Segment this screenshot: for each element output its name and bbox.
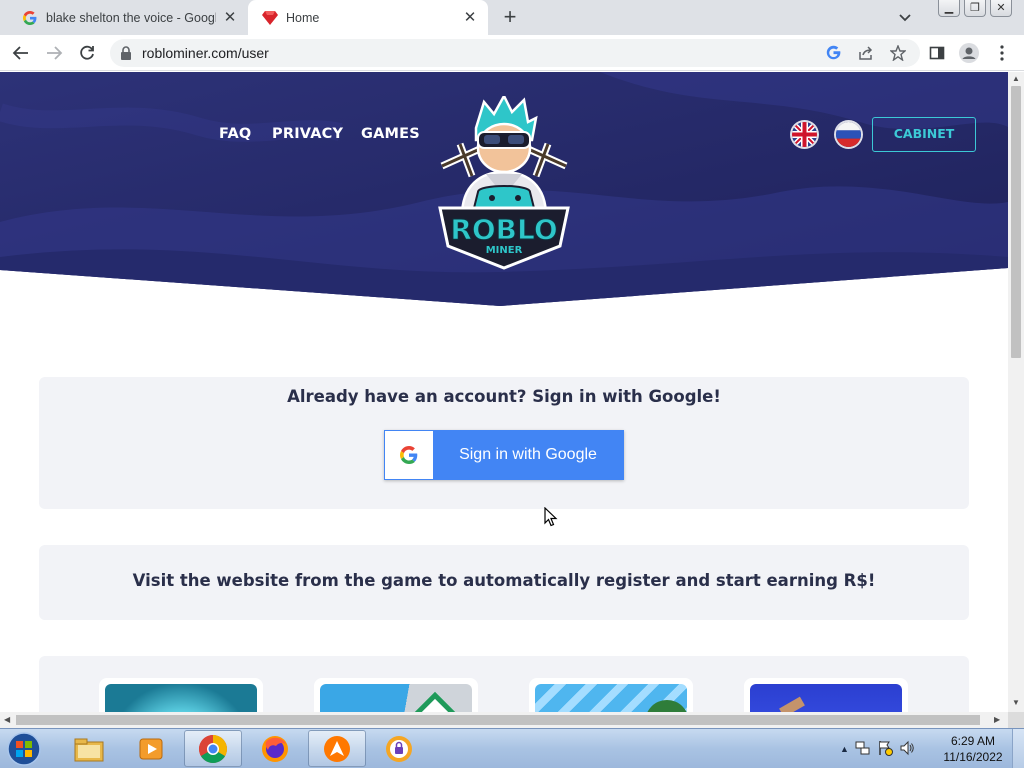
game-thumb[interactable] (99, 678, 263, 712)
address-bar[interactable]: roblominer.com/user (110, 39, 920, 67)
english-flag-icon[interactable] (792, 122, 817, 147)
tab-strip: blake shelton the voice - Google ✕ Home … (0, 0, 1024, 35)
google-lens-icon[interactable] (826, 45, 842, 61)
chevron-down-icon[interactable] (895, 8, 915, 28)
russian-flag-icon[interactable] (836, 122, 861, 147)
logo-subtext: MINER (486, 245, 523, 256)
clock-time: 6:29 AM (950, 734, 996, 748)
mouse-cursor-icon (544, 507, 558, 527)
network-icon[interactable] (855, 740, 871, 759)
tab-home[interactable]: Home ✕ (248, 0, 488, 35)
google-signin-label: Sign in with Google (459, 446, 597, 463)
visit-heading: Visit the website from the game to autom… (132, 571, 876, 590)
logo-wordmark: ROBLO (450, 213, 557, 246)
media-player-icon[interactable] (122, 730, 180, 767)
system-tray: ▲ (840, 729, 915, 768)
start-button[interactable] (4, 730, 48, 768)
back-arrow-icon[interactable] (10, 42, 32, 64)
new-tab-icon[interactable]: + (498, 6, 522, 30)
game-thumb[interactable] (529, 678, 693, 712)
web-page: FAQ PRIVACY GAMES ROBLO MINER CABINET Al… (0, 72, 1008, 712)
side-panel-icon[interactable] (926, 42, 948, 64)
scrollbar-thumb[interactable] (16, 715, 980, 725)
google-signin-button[interactable]: Sign in with Google (384, 430, 624, 480)
vpn-icon[interactable] (370, 730, 428, 767)
window-controls: ▁ ❐ ✕ (938, 0, 1012, 17)
avast-icon[interactable] (308, 730, 366, 767)
google-g-icon (385, 431, 433, 479)
nav-privacy-link[interactable]: PRIVACY (272, 126, 343, 142)
show-desktop-button[interactable] (1012, 729, 1024, 768)
close-icon[interactable]: ✕ (462, 9, 478, 26)
red-gem-icon (262, 10, 278, 26)
tab-title: Home (286, 10, 320, 25)
window-close-icon[interactable]: ✕ (990, 0, 1012, 17)
scrollbar-thumb[interactable] (1011, 86, 1021, 358)
horizontal-scrollbar[interactable]: ◀ ▶ (0, 712, 1008, 728)
hero-header: FAQ PRIVACY GAMES ROBLO MINER CABINET (0, 72, 1008, 312)
firefox-icon[interactable] (246, 730, 304, 767)
action-center-flag-icon[interactable] (877, 740, 893, 759)
windows-taskbar: ▲ 6:29 AM 11/16/2022 (0, 728, 1024, 768)
visit-card: Visit the website from the game to autom… (39, 545, 969, 620)
game-thumb[interactable] (314, 678, 478, 712)
taskbar-clock[interactable]: 6:29 AM 11/16/2022 (940, 733, 1006, 765)
bookmark-star-icon[interactable] (889, 44, 907, 62)
tab-google-search[interactable]: blake shelton the voice - Google ✕ (8, 0, 248, 35)
kebab-menu-icon[interactable] (991, 42, 1013, 64)
file-explorer-icon[interactable] (60, 730, 118, 767)
forward-arrow-icon[interactable] (43, 42, 65, 64)
lock-icon[interactable] (120, 46, 132, 65)
minimize-icon[interactable]: ▁ (938, 0, 960, 17)
signin-heading: Already have an account? Sign in with Go… (287, 387, 721, 406)
restore-icon[interactable]: ❐ (964, 0, 986, 17)
scroll-right-icon[interactable]: ▶ (994, 715, 1000, 724)
google-g-icon (22, 10, 38, 26)
chrome-icon[interactable] (184, 730, 242, 767)
clock-date: 11/16/2022 (943, 750, 1003, 764)
share-icon[interactable] (858, 45, 874, 61)
roblominer-logo[interactable]: ROBLO MINER (432, 93, 576, 272)
scrollbar-corner (1008, 712, 1024, 728)
show-hidden-icons-icon[interactable]: ▲ (840, 744, 849, 754)
scroll-up-icon[interactable]: ▲ (1012, 74, 1020, 83)
nav-faq-link[interactable]: FAQ (219, 126, 251, 142)
tab-title: blake shelton the voice - Google (46, 10, 216, 25)
signin-card: Already have an account? Sign in with Go… (39, 377, 969, 509)
close-icon[interactable]: ✕ (222, 9, 238, 26)
nav-games-link[interactable]: GAMES (361, 126, 420, 142)
cabinet-button[interactable]: CABINET (872, 117, 976, 152)
game-thumb[interactable] (744, 678, 908, 712)
browser-toolbar: roblominer.com/user (0, 35, 1024, 71)
volume-icon[interactable] (899, 740, 915, 759)
url-text[interactable]: roblominer.com/user (142, 45, 269, 61)
scroll-left-icon[interactable]: ◀ (4, 715, 10, 724)
vertical-scrollbar[interactable]: ▲ ▼ (1008, 72, 1024, 712)
profile-avatar-icon[interactable] (958, 42, 980, 64)
reload-icon[interactable] (76, 42, 98, 64)
scroll-down-icon[interactable]: ▼ (1012, 698, 1020, 707)
games-card (39, 656, 969, 712)
